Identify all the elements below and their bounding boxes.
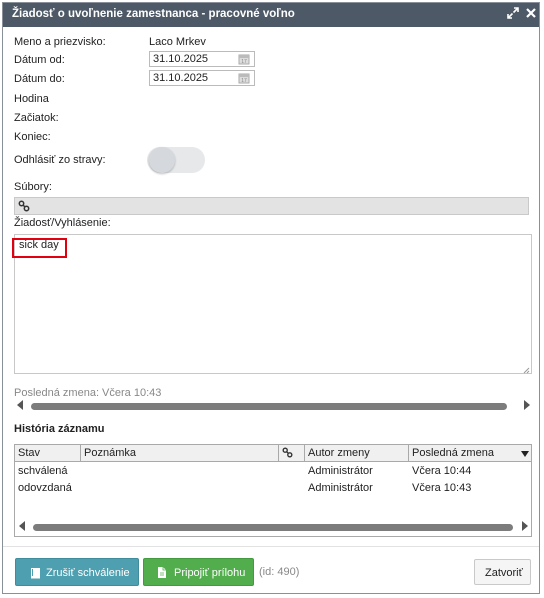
file-icon [157,566,167,582]
cancel-approval-label: Zrušiť schválenie [46,567,130,579]
date-to-value: 31.10.2025 [153,72,209,84]
svg-text:17: 17 [241,78,247,84]
history-title: História záznamu [14,423,105,435]
scroll-thumb[interactable] [31,403,507,410]
svg-text:17: 17 [241,59,247,65]
highlight-box [12,238,67,258]
last-change-text: Posledná zmena: Včera 10:43 [14,387,162,399]
attach-label: Pripojiť prílohu [174,567,246,579]
close-icon[interactable] [524,7,538,21]
link-icon[interactable] [18,200,30,215]
dialog-window: Žiadosť o uvoľnenie zamestnanca - pracov… [2,2,540,594]
column-header-link[interactable] [279,445,305,461]
name-label: Meno a priezvisko: [14,36,106,48]
toggle-knob [149,147,175,173]
scroll-thumb[interactable] [33,524,513,531]
scroll-right-icon[interactable] [522,521,528,531]
row-author: Administrátor [308,482,373,494]
date-from-label: Dátum od: [14,54,65,66]
row-status: odovzdaná [18,482,72,494]
date-from-value: 31.10.2025 [153,53,209,65]
row-changed: Včera 10:43 [412,482,472,494]
column-header-author[interactable]: Autor zmeny [305,445,409,461]
request-label: Žiadosť/Vyhlásenie: [14,217,111,229]
hour-label: Hodina [14,93,49,105]
date-to-field[interactable]: 31.10.2025 17 [149,70,255,86]
meal-toggle[interactable] [147,147,205,173]
form-horizontal-scrollbar[interactable] [14,400,531,412]
sort-desc-icon[interactable] [521,449,529,461]
name-value: Laco Mrkev [149,36,206,48]
cancel-approval-button[interactable]: Zrušiť schválenie [15,558,139,586]
footer-divider [3,546,539,547]
column-header-changed[interactable]: Posledná zmena [409,445,513,461]
close-button[interactable]: Zatvoriť [474,559,531,585]
history-grid: Stav Poznámka Autor zmeny Posledná zmena… [14,444,532,537]
calendar-icon[interactable]: 17 [238,72,250,84]
start-label: Začiatok: [14,112,59,124]
scroll-right-icon[interactable] [524,400,530,410]
column-header-status[interactable]: Stav [15,445,81,461]
row-author: Administrátor [308,465,373,477]
record-id: (id: 490) [259,566,300,578]
attach-button[interactable]: Pripojiť prílohu [143,558,254,586]
files-label: Súbory: [14,181,52,193]
date-from-field[interactable]: 31.10.2025 17 [149,51,255,67]
grid-header: Stav Poznámka Autor zmeny Posledná zmena [15,445,531,462]
book-icon [30,567,41,582]
column-header-note[interactable]: Poznámka [81,445,279,461]
scroll-left-icon[interactable] [17,400,23,410]
meal-label: Odhlásiť zo stravy: [14,154,106,166]
end-label: Koniec: [14,131,51,143]
request-textarea[interactable]: sick day [14,234,532,374]
row-changed: Včera 10:44 [412,465,472,477]
date-to-label: Dátum do: [14,73,65,85]
scroll-left-icon[interactable] [19,521,25,531]
dialog-titlebar: Žiadosť o uvoľnenie zamestnanca - pracov… [3,3,539,27]
close-label: Zatvoriť [485,567,523,579]
row-status: schválená [18,465,68,477]
calendar-icon[interactable]: 17 [238,53,250,65]
grid-horizontal-scrollbar[interactable] [16,521,530,533]
maximize-icon[interactable] [506,7,520,21]
files-field[interactable] [14,197,529,215]
resize-handle-icon[interactable] [523,365,530,374]
dialog-title: Žiadosť o uvoľnenie zamestnanca - pracov… [12,8,295,20]
